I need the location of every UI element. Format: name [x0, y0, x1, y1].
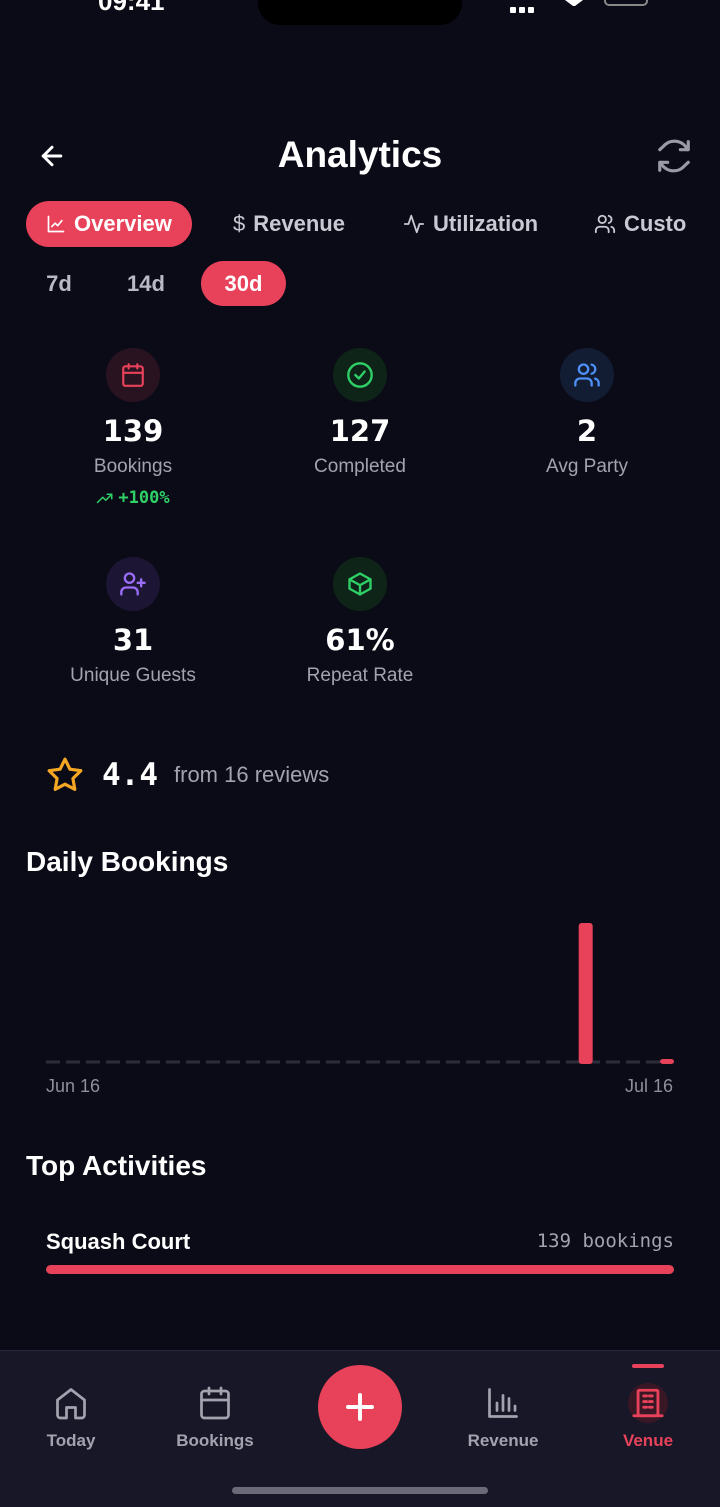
calendar-icon	[106, 348, 160, 402]
range-14d[interactable]: 14d	[112, 261, 180, 306]
home-icon	[56, 1388, 86, 1420]
nav-today[interactable]: Today	[16, 1383, 126, 1451]
chart-bar	[660, 1059, 674, 1064]
activity-icon	[403, 214, 425, 234]
chart-end-label: Jul 16	[624, 1076, 673, 1096]
stat-completed: 127 Completed	[250, 348, 470, 478]
device-notch	[258, 0, 462, 25]
line-chart-icon	[47, 215, 65, 233]
stat-avg-party: 2 Avg Party	[477, 348, 697, 478]
nav-label: Venue	[622, 1431, 674, 1450]
stat-unique-guests: 31 Unique Guests	[23, 557, 243, 687]
range-30d[interactable]: 30d	[201, 261, 286, 306]
range-7d[interactable]: 7d	[26, 261, 92, 306]
calendar-icon	[200, 1386, 230, 1420]
rating-summary: 4.4 from 16 reviews	[46, 755, 329, 795]
tab-label: Revenue	[253, 211, 345, 236]
stat-value: 61%	[325, 623, 395, 657]
bottom-nav: Today Bookings Revenue Venue	[0, 1350, 720, 1507]
home-indicator	[232, 1487, 488, 1494]
nav-bookings[interactable]: Bookings	[160, 1383, 270, 1451]
check-circle-icon	[333, 348, 387, 402]
trend-badge: +100%	[23, 488, 243, 508]
stat-label: Avg Party	[545, 456, 629, 477]
nav-revenue[interactable]: Revenue	[448, 1383, 558, 1451]
tab-label: Utilization	[433, 211, 539, 236]
bar-chart-icon	[488, 1388, 518, 1418]
activity-name: Squash Court	[46, 1229, 191, 1254]
stat-label: Unique Guests	[70, 665, 196, 686]
rating-score: 4.4	[102, 757, 158, 793]
stat-value: 139	[102, 414, 164, 448]
trending-up-icon	[97, 493, 113, 504]
stat-value: 2	[576, 414, 598, 448]
dollar-icon: $	[233, 211, 246, 236]
daily-bookings-chart	[46, 923, 674, 1064]
wifi-icon	[565, 0, 583, 6]
building-icon	[628, 1383, 668, 1423]
stat-value: 31	[112, 623, 154, 657]
page-title: Analytics	[277, 134, 443, 175]
nav-label: Today	[46, 1431, 96, 1450]
refresh-icon	[658, 139, 690, 173]
plus-icon	[346, 1393, 374, 1421]
stat-label: Completed	[314, 456, 406, 477]
tab-customers[interactable]: Custo	[594, 201, 686, 247]
activity-progress-fill	[46, 1265, 674, 1274]
users-icon	[560, 348, 614, 402]
status-time: 09:41	[98, 0, 165, 16]
box-icon	[333, 557, 387, 611]
nav-label: Revenue	[467, 1431, 539, 1450]
battery-icon	[604, 0, 648, 6]
add-booking-button[interactable]	[318, 1365, 402, 1449]
rating-review-count: from 16 reviews	[174, 762, 330, 787]
users-icon	[594, 214, 616, 234]
signal-icon	[510, 0, 548, 13]
stat-value: 127	[329, 414, 391, 448]
daily-bookings-title: Daily Bookings	[26, 846, 229, 877]
activity-progress-track	[46, 1265, 674, 1274]
stat-label: Bookings	[93, 456, 173, 477]
user-plus-icon	[106, 557, 160, 611]
star-icon	[47, 757, 83, 791]
tab-overview[interactable]: Overview	[26, 201, 192, 247]
chart-start-label: Jun 16	[46, 1076, 101, 1096]
top-activities-title: Top Activities	[26, 1150, 207, 1181]
refresh-button[interactable]	[654, 136, 694, 176]
trend-value: +100%	[118, 488, 170, 508]
stat-repeat-rate: 61% Repeat Rate	[250, 557, 470, 687]
tab-revenue[interactable]: $ Revenue	[233, 201, 345, 247]
tab-label: Custo	[624, 211, 687, 236]
nav-venue[interactable]: Venue	[593, 1383, 703, 1451]
activity-count: 139 bookings	[536, 1230, 674, 1252]
tab-label: Overview	[74, 211, 172, 236]
status-bar: 09:41	[0, 0, 720, 30]
analytics-tabs: Overview $ Revenue Utilization Custo	[26, 201, 720, 249]
active-nav-indicator	[632, 1364, 664, 1368]
nav-label: Bookings	[176, 1431, 254, 1450]
chart-bar	[578, 923, 593, 1064]
stat-label: Repeat Rate	[306, 665, 414, 686]
header: Analytics	[0, 130, 720, 182]
tab-utilization[interactable]: Utilization	[403, 201, 538, 247]
stat-bookings: 139 Bookings +100%	[23, 348, 243, 508]
